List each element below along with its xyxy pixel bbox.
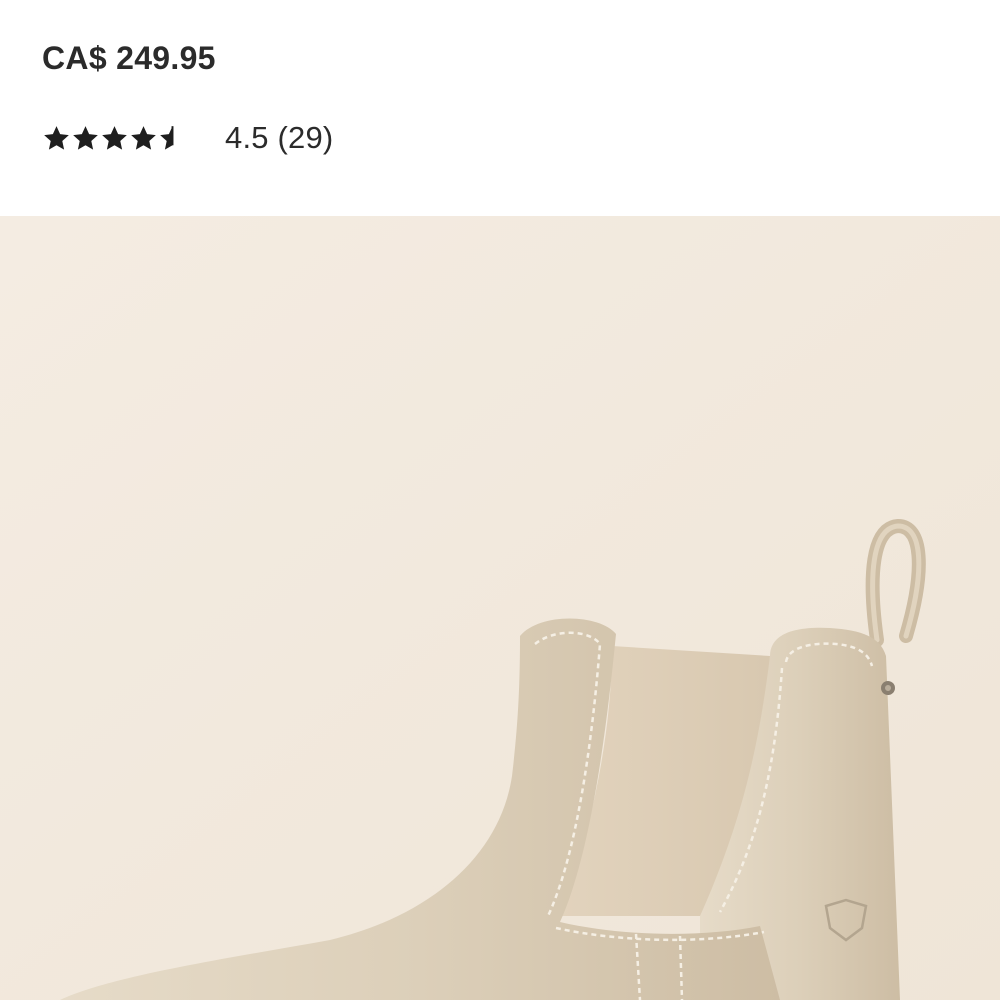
star-half-icon bbox=[160, 125, 174, 150]
star-full-icon bbox=[102, 125, 127, 150]
star-full-icon bbox=[73, 125, 98, 150]
rating-stars bbox=[42, 124, 187, 153]
review-count: (29) bbox=[277, 120, 334, 155]
product-price: CA$ 249.95 bbox=[42, 40, 216, 76]
chelsea-boot-icon bbox=[0, 216, 1000, 1000]
product-header: CA$ 249.95 4.5 (29) bbox=[0, 0, 1000, 216]
product-rating[interactable]: 4.5 (29) bbox=[42, 117, 333, 159]
rating-value: 4.5 bbox=[225, 120, 269, 155]
star-full-icon bbox=[131, 125, 156, 150]
star-full-icon bbox=[44, 125, 69, 150]
product-image[interactable] bbox=[0, 216, 1000, 1000]
